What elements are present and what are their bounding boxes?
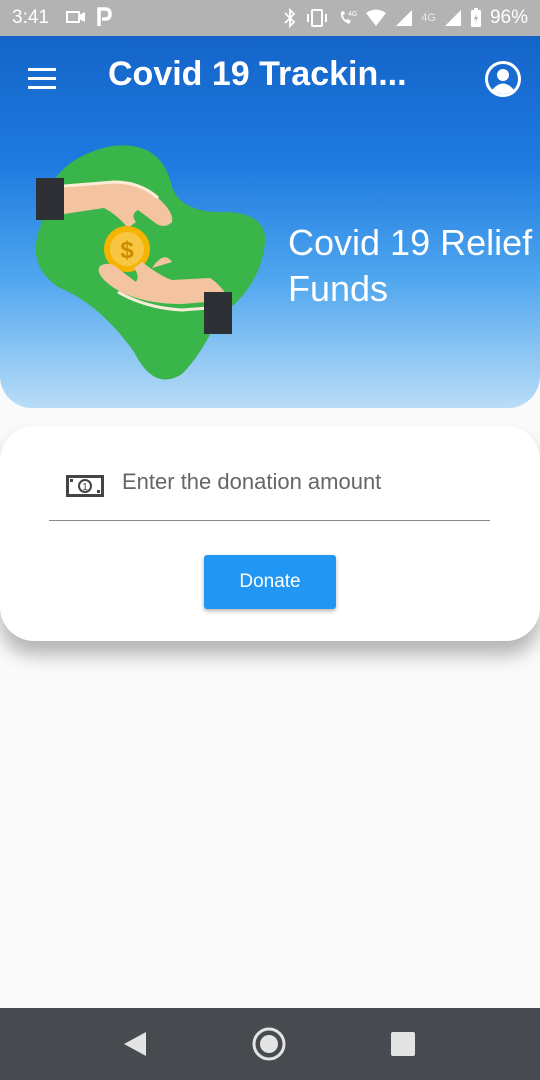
parking-icon	[97, 7, 112, 26]
donate-button[interactable]: Donate	[204, 555, 336, 609]
money-bill-label: 1	[82, 482, 88, 493]
video-camera-icon	[66, 11, 85, 23]
bottom-sleeve	[204, 292, 232, 334]
svg-text:4G: 4G	[348, 11, 357, 18]
signal-icon	[396, 10, 413, 26]
green-blob	[35, 145, 266, 380]
hero-title: Covid 19 Relief Funds	[288, 222, 533, 309]
donation-amount-input[interactable]	[122, 462, 490, 502]
money-bill-icon: 1	[66, 475, 104, 497]
bluetooth-icon	[284, 8, 296, 28]
account-circle-icon[interactable]	[484, 60, 522, 98]
battery-percentage: 96%	[489, 7, 528, 28]
coin-symbol: $	[120, 237, 134, 264]
back-triangle-icon[interactable]	[122, 1030, 148, 1058]
network-label: 4G	[421, 12, 436, 24]
signal-icon-2	[444, 10, 461, 26]
battery-charging-icon	[470, 8, 481, 27]
donation-hands-illustration: $	[35, 145, 266, 380]
app-title: Covid 19 Trackin...	[108, 55, 407, 93]
hamburger-menu-icon[interactable]	[28, 68, 56, 90]
home-circle-icon[interactable]	[252, 1027, 286, 1061]
vibrate-icon	[307, 9, 328, 27]
status-bar: 3:41 4G 4G 96%	[0, 0, 540, 36]
status-time: 3:41	[12, 7, 49, 28]
input-underline	[49, 520, 490, 521]
volte-icon: 4G	[341, 11, 357, 24]
top-sleeve	[36, 178, 64, 220]
recents-square-icon[interactable]	[391, 1032, 415, 1056]
wifi-icon	[366, 9, 387, 26]
